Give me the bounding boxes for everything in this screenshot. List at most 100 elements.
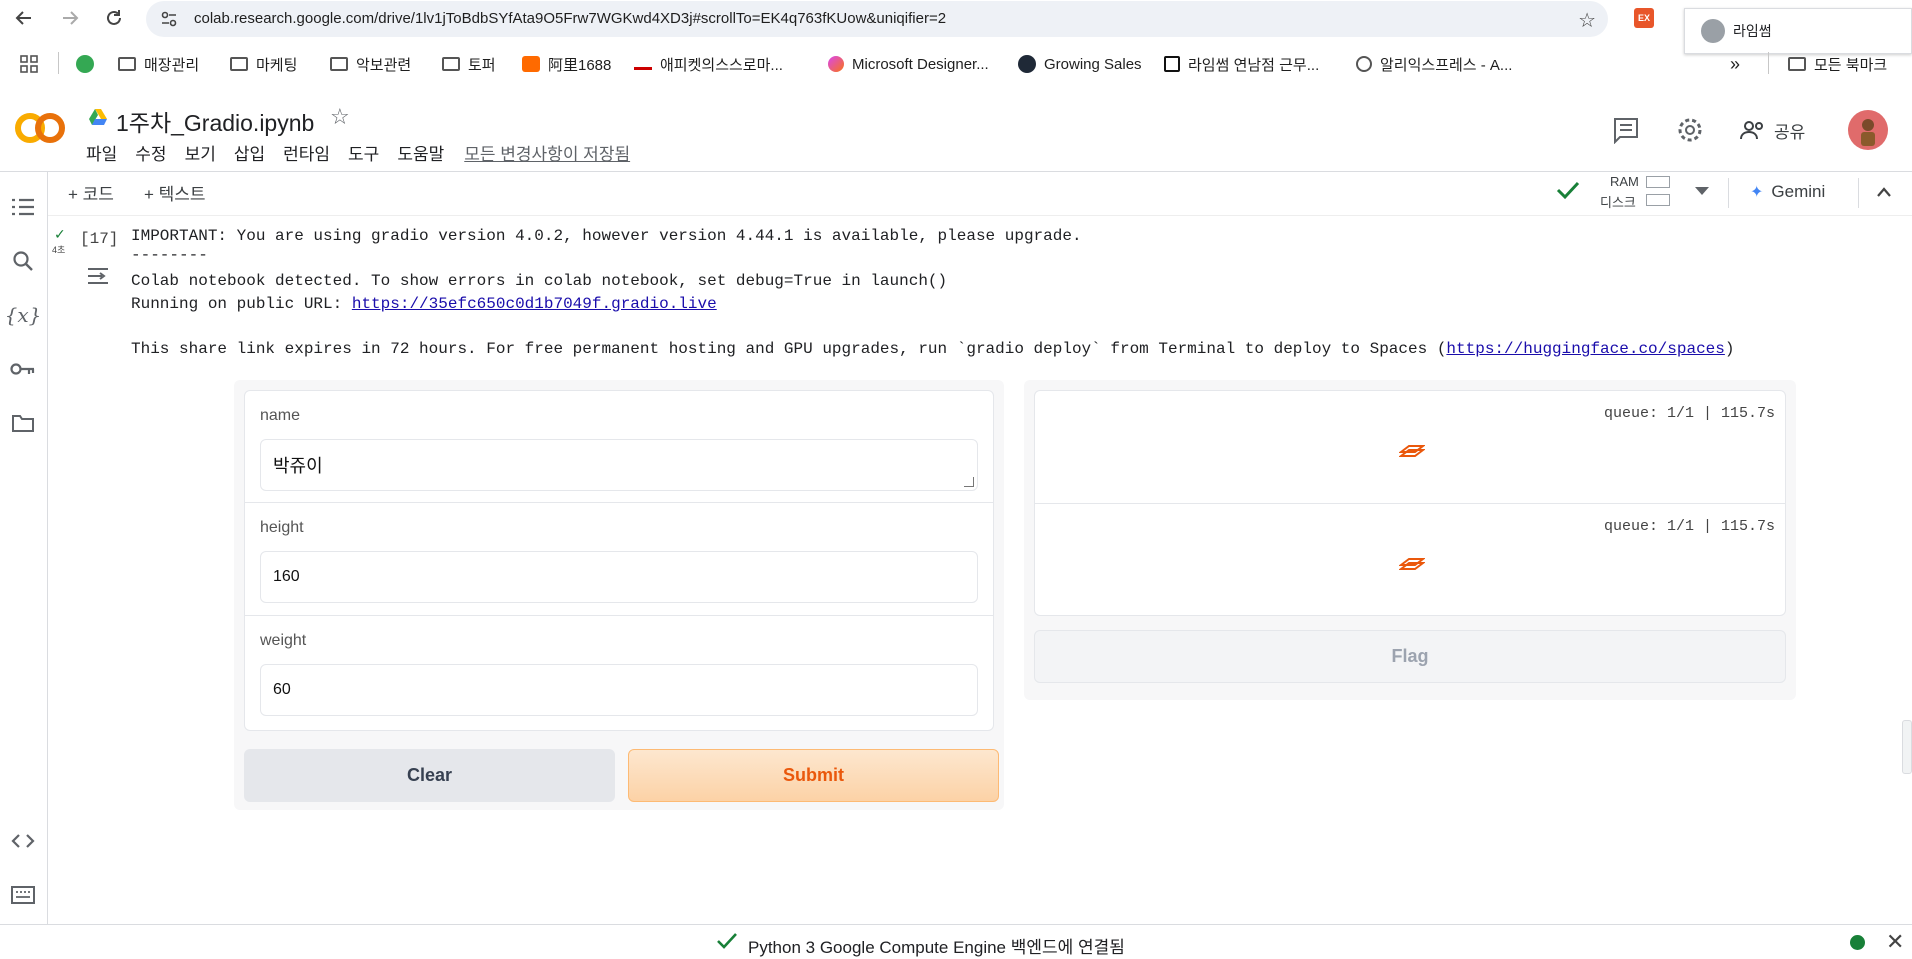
field-label: weight [260,632,307,649]
reload-icon[interactable] [102,6,126,30]
queue-status: queue: 1/1 | 115.7s [1603,405,1775,422]
bookmark-item[interactable]: 阿里1688 [522,54,611,74]
loading-spinner-icon [1399,445,1425,457]
address-bar[interactable]: colab.research.google.com/drive/1lv1jToB… [146,1,1608,37]
chevron-down-icon[interactable] [1694,186,1710,196]
output-actions-icon[interactable] [86,264,110,288]
bookmark-label: Microsoft Designer... [852,55,989,73]
bookmark-star-icon[interactable]: ☆ [1578,8,1596,33]
profile-avatar [1701,19,1725,43]
gradio-public-url-link[interactable]: https://35efc650c0d1b7049f.gradio.live [352,295,717,313]
submit-button[interactable]: Submit [628,749,999,802]
menu-runtime[interactable]: 런타임 [283,140,330,164]
resize-handle-icon[interactable] [964,477,974,487]
terminal-icon[interactable] [10,882,36,908]
menu-view[interactable]: 보기 [185,140,216,164]
output-boxes: queue: 1/1 | 115.7s queue: 1/1 | 115.7s [1034,390,1786,616]
extension-ex-icon[interactable]: EX [1634,8,1654,28]
search-icon[interactable] [10,248,36,274]
bookmark-leaf[interactable] [76,54,102,74]
menu-insert[interactable]: 삽입 [234,140,265,164]
star-icon[interactable]: ☆ [330,104,350,130]
add-text-button[interactable]: + 텍스트 [144,180,206,205]
runtime-status-dot [1850,935,1865,950]
menu-file[interactable]: 파일 [86,140,117,164]
all-bookmarks[interactable]: 모든 북마크 [1788,54,1887,74]
output-box: queue: 1/1 | 115.7s [1035,391,1785,504]
runtime-status-text[interactable]: Python 3 Google Compute Engine 백엔드에 연결됨 [748,933,1125,958]
bookmark-item[interactable]: 알리익스프레스 - A... [1356,54,1512,74]
table-of-contents-icon[interactable] [10,194,36,220]
bookmark-item[interactable]: Microsoft Designer... [828,54,989,74]
designer-icon [828,56,844,72]
forward-icon[interactable] [58,6,82,30]
output-text: This share link expires in 72 hours. For… [131,340,1447,358]
growing-icon [1018,55,1036,73]
gemini-button[interactable]: ✦ Gemini [1750,182,1825,202]
colab-logo[interactable] [14,110,66,146]
output-line: Colab notebook detected. To show errors … [131,272,948,290]
close-icon[interactable]: ✕ [1886,929,1904,955]
variables-icon[interactable]: {x} [5,302,42,328]
bookmark-item[interactable]: 마케팅 [230,54,297,74]
menu-tools[interactable]: 도구 [348,140,379,164]
name-field: name 박쥬이 [245,391,993,503]
notion-icon [1164,56,1180,72]
avatar[interactable] [1848,110,1888,150]
execution-count[interactable]: [17] [80,230,118,248]
name-textarea[interactable]: 박쥬이 [260,439,978,491]
bookmark-label: 라임썸 연남점 근무... [1188,56,1320,74]
bookmark-label: 악보관련 [356,56,412,74]
resource-monitor[interactable]: RAM 디스크 [1596,172,1696,212]
folder-icon [1788,57,1806,71]
gradio-input-panel: name 박쥬이 height 160 weight 60 Clear Subm… [234,380,1004,810]
add-code-button[interactable]: + 코드 [68,180,114,205]
bookmark-item[interactable]: 토퍼 [442,54,496,74]
share-button[interactable]: 공유 [1740,116,1805,144]
input-form: name 박쥬이 height 160 weight 60 [244,390,994,731]
toolbar-divider [1858,178,1859,208]
toolbar-divider [48,215,1912,216]
height-input[interactable]: 160 [260,551,978,603]
folder-icon [230,57,248,71]
bookmark-item[interactable]: 악보관련 [330,54,411,74]
bookmark-label: 애피켓의스스로마... [660,56,783,74]
menu-edit[interactable]: 수정 [135,140,166,164]
more-bookmarks-icon[interactable]: » [1730,54,1740,74]
browser-toolbar: colab.research.google.com/drive/1lv1jToB… [0,0,1912,37]
save-status[interactable]: 모든 변경사항이 저장됨 [464,140,630,164]
field-value: 60 [273,681,291,698]
toolbar-divider [1728,178,1729,208]
folder-icon[interactable] [10,410,36,436]
bookmark-label: 모든 북마크 [1814,56,1888,74]
notebook-title[interactable]: 1주차_Gradio.ipynb [116,104,314,138]
menu-bar: 파일 수정 보기 삽입 런타임 도구 도움말 모든 변경사항이 저장됨 [86,140,630,164]
site-settings-icon[interactable] [160,10,178,28]
loading-spinner-icon [1399,558,1425,570]
code-snippets-icon[interactable] [10,828,36,854]
bookmark-label: 阿里1688 [548,56,612,74]
collapse-chevron-up-icon[interactable] [1876,186,1892,198]
menu-help[interactable]: 도움말 [397,140,444,164]
scrollbar-thumb[interactable] [1902,720,1912,774]
leaf-icon [76,55,94,73]
settings-gear-icon[interactable] [1676,116,1704,144]
drive-icon[interactable] [88,108,108,126]
key-icon[interactable] [10,356,36,382]
bookmark-item[interactable]: 매장관리 [118,54,199,74]
clear-button[interactable]: Clear [244,749,615,802]
weight-input[interactable]: 60 [260,664,978,716]
apps-icon[interactable] [20,54,38,74]
bookmark-item[interactable]: 라임썸 연남점 근무... [1164,54,1319,74]
bookmark-item[interactable]: 애피켓의스스로마... [634,54,783,74]
bookmark-label: 토퍼 [468,56,496,74]
url-text[interactable]: colab.research.google.com/drive/1lv1jToB… [194,10,946,27]
folder-icon [442,57,460,71]
comment-icon[interactable] [1612,116,1640,144]
output-box: queue: 1/1 | 115.7s [1035,504,1785,617]
connected-check-icon [717,933,737,949]
huggingface-spaces-link[interactable]: https://huggingface.co/spaces [1446,340,1724,358]
flag-button[interactable]: Flag [1034,630,1786,683]
back-icon[interactable] [12,6,36,30]
bookmark-item[interactable]: Growing Sales [1018,54,1142,74]
